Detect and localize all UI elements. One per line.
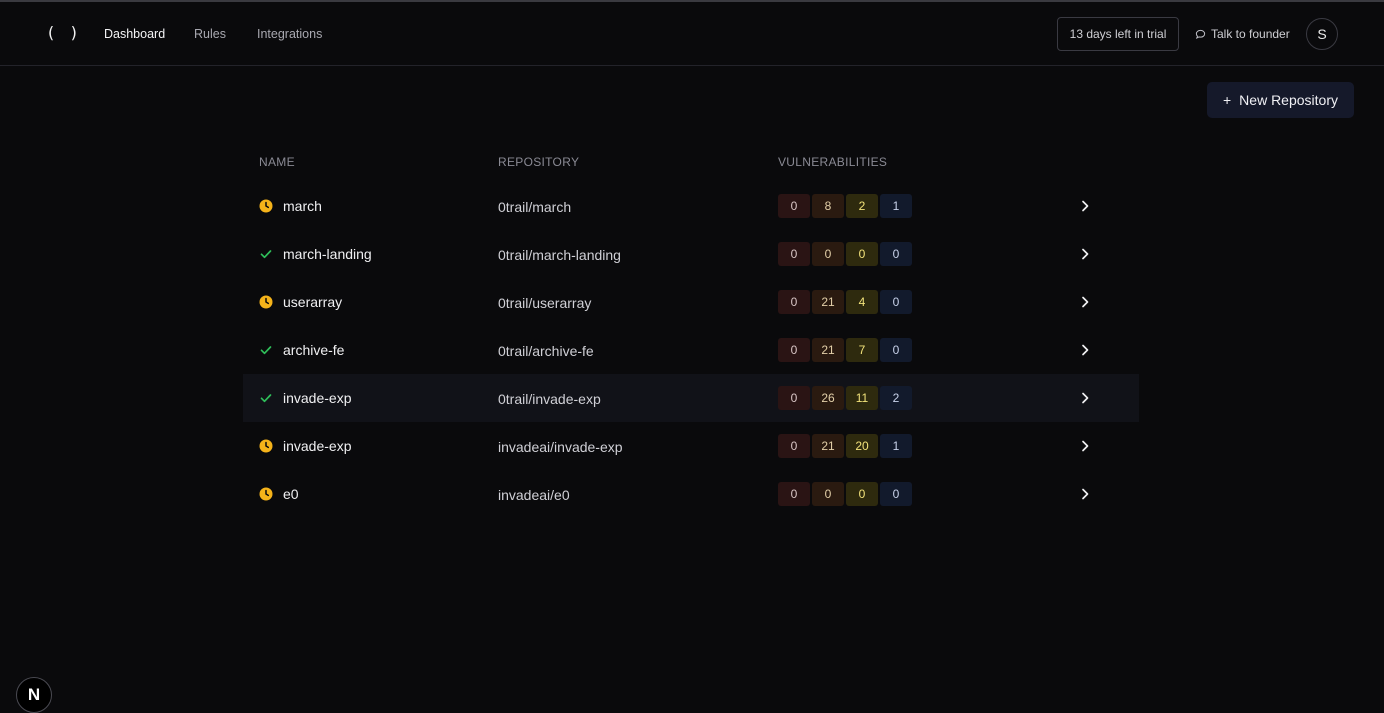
low-count: 0 [880,242,912,266]
high-count: 26 [812,386,844,410]
repo-path: 0trail/invade-exp [498,391,601,407]
table-row[interactable]: userarray 0trail/userarray 0 21 4 0 [243,278,1139,326]
critical-count: 0 [778,290,810,314]
repo-path: 0trail/archive-fe [498,343,594,359]
nav-integrations[interactable]: Integrations [257,27,322,41]
table-row[interactable]: e0 invadeai/e0 0 0 0 0 [243,470,1139,518]
medium-count: 11 [846,386,878,410]
talk-to-founder-link[interactable]: Talk to founder [1195,17,1290,51]
vulnerability-counts: 0 21 7 0 [778,338,912,362]
clock-icon [259,439,273,453]
repo-path: invadeai/e0 [498,487,570,503]
repo-path: invadeai/invade-exp [498,439,623,455]
repo-name: userarray [283,294,343,310]
clock-icon [259,199,273,213]
low-count: 0 [880,290,912,314]
nav-dashboard[interactable]: Dashboard [104,27,165,41]
medium-count: 20 [846,434,878,458]
repo-path: 0trail/userarray [498,295,592,311]
chevron-right-icon[interactable] [1078,487,1092,501]
low-count: 2 [880,386,912,410]
vulnerability-counts: 0000 [778,242,912,266]
navbar: ( ) Dashboard Rules Integrations 13 days… [0,2,1384,66]
trial-badge[interactable]: 13 days left in trial [1057,17,1179,51]
high-count: 21 [812,434,844,458]
header-vulnerabilities: VULNERABILITIES [778,155,888,169]
critical-count: 0 [778,386,810,410]
high-count: 0 [812,482,844,506]
talk-to-founder-label: Talk to founder [1211,27,1290,41]
chat-bubble-icon [1195,29,1206,39]
chevron-right-icon[interactable] [1078,199,1092,213]
chevron-right-icon[interactable] [1078,439,1092,453]
high-count: 21 [812,338,844,362]
chevron-right-icon[interactable] [1078,247,1092,261]
critical-count: 0 [778,242,810,266]
logo[interactable]: ( ) [46,23,81,42]
table-row[interactable]: march 0trail/march 0 8 2 1 [243,182,1139,230]
low-count: 0 [880,482,912,506]
high-count: 21 [812,290,844,314]
clock-icon [259,295,273,309]
new-repository-label: New Repository [1239,92,1338,108]
repo-path: 0trail/march-landing [498,247,621,263]
repo-name: archive-fe [283,342,345,358]
vulnerability-counts: 0 26 11 2 [778,386,912,410]
check-icon [260,250,272,259]
critical-count: 0 [778,194,810,218]
clock-icon [259,487,273,501]
new-repository-button[interactable]: + New Repository [1207,82,1354,118]
nav-rules[interactable]: Rules [194,27,226,41]
chevron-right-icon[interactable] [1078,295,1092,309]
medium-count: 4 [846,290,878,314]
high-count: 0 [812,242,844,266]
table-row[interactable]: march-landing 0trail/march-landing 0 0 0 0 [243,230,1139,278]
medium-count: 0 [846,242,878,266]
high-count: 8 [812,194,844,218]
table-row[interactable]: invade-exp invadeai/invade-exp 0 21 20 1 [243,422,1139,470]
repo-name: march [283,198,322,214]
vulnerability-counts: 0000 [778,482,912,506]
table-row[interactable]: invade-exp 0trail/invade-exp 0 26 11 2 [243,374,1139,422]
repo-name: invade-exp [283,390,352,406]
repo-name: e0 [283,486,299,502]
medium-count: 0 [846,482,878,506]
low-count: 1 [880,194,912,218]
critical-count: 0 [778,482,810,506]
check-icon [260,346,272,355]
user-avatar[interactable]: S [1306,18,1338,50]
header-name: NAME [259,155,295,169]
vulnerability-counts: 0821 [778,194,912,218]
critical-count: 0 [778,434,810,458]
medium-count: 7 [846,338,878,362]
header-repository: REPOSITORY [498,155,580,169]
vulnerability-counts: 0 21 20 1 [778,434,912,458]
chevron-right-icon[interactable] [1078,343,1092,357]
vulnerability-counts: 0 21 4 0 [778,290,912,314]
repo-path: 0trail/march [498,199,572,215]
nextjs-badge[interactable]: N [16,677,52,713]
repo-name: march-landing [283,246,372,262]
chevron-right-icon[interactable] [1078,391,1092,405]
low-count: 1 [880,434,912,458]
critical-count: 0 [778,338,810,362]
low-count: 0 [880,338,912,362]
medium-count: 2 [846,194,878,218]
table-row[interactable]: archive-fe 0trail/archive-fe 0 21 7 0 [243,326,1139,374]
check-icon [260,394,272,403]
plus-icon: + [1222,92,1232,108]
repo-name: invade-exp [283,438,352,454]
